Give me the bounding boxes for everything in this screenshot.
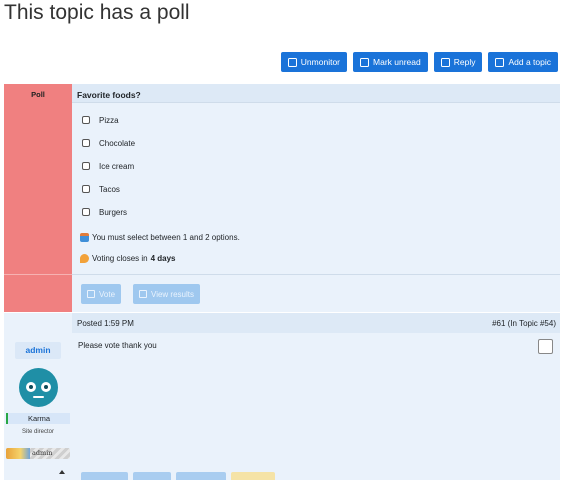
poll-option-checkbox[interactable] (82, 162, 90, 170)
closing-value: 4 days (150, 254, 176, 263)
view-results-label: View results (151, 289, 194, 299)
vote-button[interactable]: Vote (81, 284, 122, 304)
view-results-icon (139, 290, 147, 298)
poll-option-chocolate[interactable]: Chocolate (82, 137, 135, 149)
poll-side-label: Poll (31, 90, 45, 99)
post-timestamp: Posted 1:59 PM (77, 319, 134, 328)
rank-text: admin (32, 449, 53, 457)
select-note-text: You must select between 1 and 2 options. (92, 233, 240, 242)
view-results-button[interactable]: View results (133, 284, 200, 304)
vote-label: Vote (99, 289, 116, 299)
speech-bubble-icon (80, 254, 89, 263)
unmonitor-button[interactable]: Unmonitor (280, 52, 348, 72)
avatar[interactable] (19, 368, 58, 407)
reply-icon (440, 57, 450, 67)
poll-divider (72, 274, 560, 275)
post-action-button[interactable] (176, 472, 226, 480)
poll-side-divider (4, 274, 72, 275)
page-title: This topic has a poll (4, 1, 190, 24)
poll-option-ice-cream[interactable]: Ice cream (82, 160, 134, 172)
poll-option-label: Burgers (99, 207, 128, 217)
closing-note: Voting closes in 4 days (80, 254, 176, 263)
avatar-eye-left (26, 382, 36, 392)
add-topic-label: Add a topic (508, 57, 551, 67)
mark-unread-button[interactable]: Mark unread (353, 52, 428, 72)
add-topic-button[interactable]: Add a topic (488, 52, 558, 72)
post-header: Posted 1:59 PM #61 (In Topic #54) (72, 313, 560, 333)
poll-option-checkbox[interactable] (82, 139, 90, 147)
poll-option-label: Pizza (99, 115, 119, 125)
mark-unread-label: Mark unread (373, 57, 421, 67)
poll-sidebar: Poll (4, 84, 72, 312)
chevron-up-icon[interactable] (59, 470, 65, 474)
post-panel: Posted 1:59 PM #61 (In Topic #54) admin … (4, 313, 560, 480)
poll-question: Favorite foods? (72, 84, 560, 103)
poll-option-checkbox[interactable] (82, 185, 90, 193)
closing-prefix: Voting closes in (92, 254, 148, 263)
author-username[interactable]: admin (15, 342, 61, 359)
add-topic-icon (495, 57, 505, 67)
select-note: You must select between 1 and 2 options. (80, 233, 240, 242)
poll-option-burgers[interactable]: Burgers (82, 206, 127, 218)
poll-option-tacos[interactable]: Tacos (82, 183, 120, 195)
poll-option-label: Tacos (99, 184, 120, 194)
author-sidebar: admin Karma Site director admin (4, 313, 72, 480)
rank-flag-icon (6, 448, 30, 459)
unmonitor-icon (287, 57, 297, 67)
reply-button[interactable]: Reply (433, 52, 483, 72)
topic-toolbar: Unmonitor Mark unread Reply Add a topic (280, 52, 558, 72)
poll-panel: Poll Favorite foods? Pizza Chocolate Ice… (4, 84, 560, 312)
author-role: Site director (21, 429, 54, 435)
post-action-button[interactable] (231, 472, 275, 480)
vote-icon (87, 290, 95, 298)
post-action-button[interactable] (133, 472, 171, 480)
unmonitor-label: Unmonitor (300, 57, 341, 67)
post-body: Please vote thank you (78, 341, 157, 350)
post-action-button[interactable] (81, 472, 128, 480)
post-permalink[interactable]: #61 (In Topic #54) (492, 319, 556, 328)
poll-option-checkbox[interactable] (82, 208, 90, 216)
reply-label: Reply (453, 57, 476, 67)
poll-option-label: Chocolate (99, 138, 136, 148)
mark-unread-icon (360, 57, 370, 67)
avatar-eye-right (41, 382, 51, 392)
karma-label: Karma (6, 413, 70, 424)
info-icon (80, 233, 89, 242)
rank-badge: admin (6, 448, 70, 459)
post-select-checkbox[interactable] (538, 339, 553, 354)
poll-option-checkbox[interactable] (82, 116, 90, 124)
poll-option-pizza[interactable]: Pizza (82, 114, 119, 126)
avatar-mouth (33, 396, 44, 398)
poll-option-label: Ice cream (99, 161, 135, 171)
